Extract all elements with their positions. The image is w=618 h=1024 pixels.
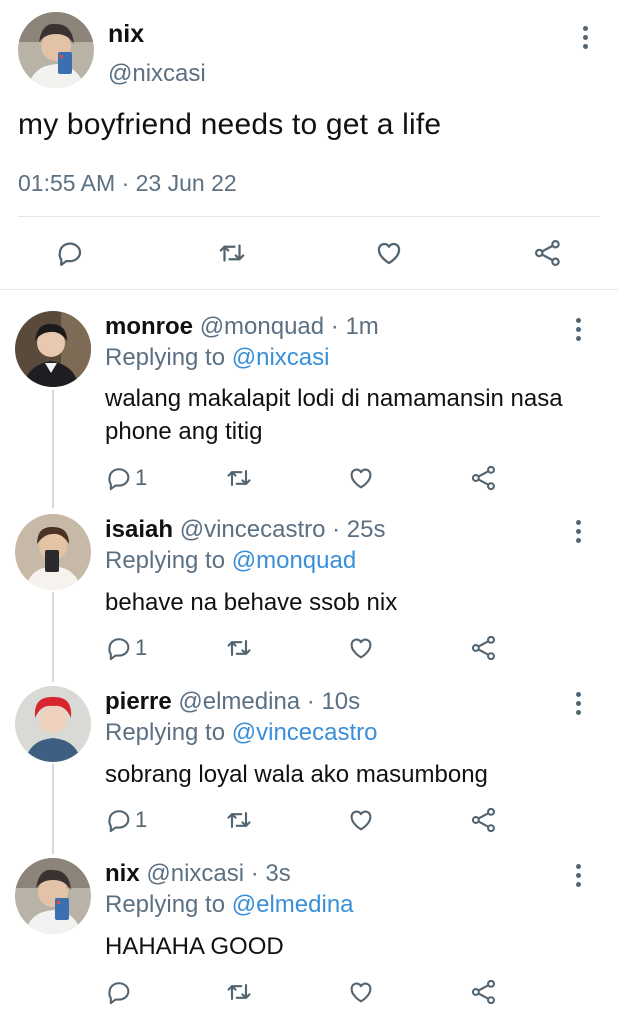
replying-to: Replying to @vincecastro xyxy=(105,719,378,747)
share-icon xyxy=(471,979,495,1005)
more-options-icon[interactable] xyxy=(573,318,583,344)
replying-to: Replying to @elmedina xyxy=(105,891,354,919)
reply-author-name[interactable]: monroe xyxy=(105,313,193,340)
retweet-icon xyxy=(227,983,251,1001)
like-icon xyxy=(377,242,401,265)
like-icon xyxy=(350,810,372,831)
replying-prefix: Replying to xyxy=(105,891,226,918)
reply-author-name[interactable]: isaiah xyxy=(105,516,173,543)
thread-line xyxy=(52,764,54,854)
share-button[interactable] xyxy=(470,978,498,1006)
replying-prefix: Replying to xyxy=(105,547,226,574)
more-options-icon[interactable] xyxy=(573,692,583,718)
like-button[interactable] xyxy=(347,634,375,662)
like-icon xyxy=(350,982,372,1003)
reply-handle-time[interactable]: @elmedina · 10s xyxy=(178,688,360,715)
reply-button[interactable]: 1 xyxy=(105,806,147,834)
more-options-icon[interactable] xyxy=(573,864,583,890)
replying-prefix: Replying to xyxy=(105,344,226,371)
share-button[interactable] xyxy=(532,238,564,268)
mention-link[interactable]: @vincecastro xyxy=(232,719,378,746)
like-button[interactable] xyxy=(347,978,375,1006)
reply-icon xyxy=(108,982,130,1005)
divider xyxy=(18,216,600,217)
author-handle[interactable]: @nixcasi xyxy=(108,60,206,88)
avatar[interactable] xyxy=(15,686,91,762)
reply-button[interactable] xyxy=(55,238,85,268)
mention-link[interactable]: @monquad xyxy=(232,547,356,574)
retweet-icon xyxy=(227,811,251,829)
reply-text: HAHAHA GOOD xyxy=(105,933,284,960)
tweet-text: my boyfriend needs to get a life xyxy=(18,108,442,141)
reply-author-name[interactable]: nix xyxy=(105,860,140,887)
like-button[interactable] xyxy=(373,238,405,268)
avatar[interactable] xyxy=(15,514,91,590)
avatar[interactable] xyxy=(15,311,91,387)
reply-text: behave na behave ssob nix xyxy=(105,589,398,616)
reply-text: walang makalapit lodi di namamansin nasa… xyxy=(105,385,563,445)
retweet-button[interactable] xyxy=(225,464,253,492)
reply-author-name[interactable]: pierre xyxy=(105,688,172,715)
share-icon xyxy=(471,807,495,833)
reply-icon xyxy=(108,810,130,833)
more-options-icon[interactable] xyxy=(580,26,590,52)
share-button[interactable] xyxy=(470,806,498,834)
reply-count: 1 xyxy=(135,465,148,490)
main-tweet: nix @nixcasi my boyfriend needs to get a… xyxy=(0,0,618,290)
like-button[interactable] xyxy=(347,806,375,834)
mention-link[interactable]: @nixcasi xyxy=(232,344,330,371)
share-button[interactable] xyxy=(470,634,498,662)
mention-link[interactable]: @elmedina xyxy=(232,891,354,918)
retweet-button[interactable] xyxy=(225,978,253,1006)
reply-count: 1 xyxy=(135,807,148,832)
thread-line xyxy=(52,390,54,508)
more-options-icon[interactable] xyxy=(573,520,583,546)
like-icon xyxy=(350,638,372,659)
reply-button[interactable] xyxy=(105,978,135,1006)
reply-button[interactable]: 1 xyxy=(105,464,147,492)
share-icon xyxy=(535,240,560,266)
replying-to: Replying to @nixcasi xyxy=(105,344,329,372)
retweet-icon xyxy=(227,469,251,487)
reply-icon xyxy=(58,242,82,266)
share-button[interactable] xyxy=(470,464,498,492)
reply-handle-time[interactable]: @vincecastro · 25s xyxy=(180,516,386,543)
like-button[interactable] xyxy=(347,464,375,492)
tweet-timestamp[interactable]: 01:55 AM · 23 Jun 22 xyxy=(18,170,237,197)
author-name[interactable]: nix xyxy=(108,20,144,49)
retweet-button[interactable] xyxy=(225,806,253,834)
like-icon xyxy=(350,468,372,489)
reply-handle-time[interactable]: @nixcasi · 3s xyxy=(146,860,290,887)
share-icon xyxy=(471,635,495,661)
retweet-icon xyxy=(219,244,245,262)
avatar[interactable] xyxy=(15,858,91,934)
reply-count: 1 xyxy=(135,635,148,660)
retweet-icon xyxy=(227,639,251,657)
retweet-button[interactable] xyxy=(216,238,248,268)
divider xyxy=(0,289,618,290)
avatar[interactable] xyxy=(18,12,94,88)
retweet-button[interactable] xyxy=(225,634,253,662)
reply-text: sobrang loyal wala ako masumbong xyxy=(105,761,488,788)
reply-button[interactable]: 1 xyxy=(105,634,147,662)
reply-handle-time[interactable]: @monquad · 1m xyxy=(200,313,379,340)
reply-icon xyxy=(108,468,130,491)
share-icon xyxy=(471,465,495,491)
thread-line xyxy=(52,592,54,682)
replying-to: Replying to @monquad xyxy=(105,547,356,575)
replying-prefix: Replying to xyxy=(105,719,226,746)
reply-icon xyxy=(108,638,130,661)
